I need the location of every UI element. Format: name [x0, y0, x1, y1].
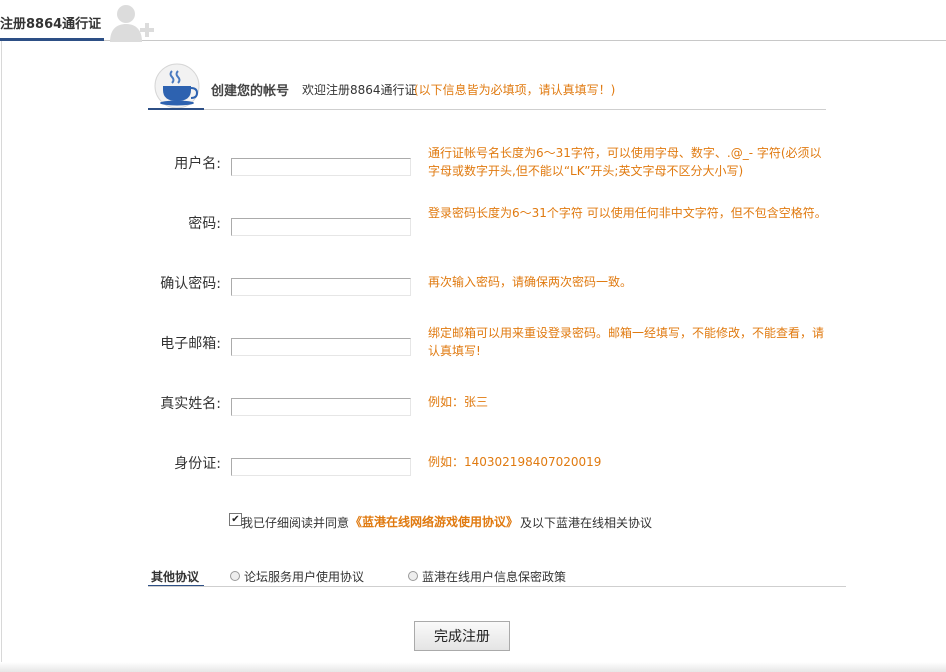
id-card-input[interactable]: [231, 458, 411, 476]
required-note: (以下信息皆为必填项，请认真填写！): [414, 83, 616, 97]
user-add-icon: [110, 5, 154, 42]
other-agreements-divider: [148, 586, 846, 587]
password-input[interactable]: [231, 218, 411, 236]
username-input[interactable]: [231, 158, 411, 176]
privacy-policy-link[interactable]: 蓝港在线用户信息保密政策: [422, 568, 566, 585]
real-name-label: 真实姓名:: [160, 396, 221, 412]
section-title: 创建您的帐号: [211, 84, 290, 99]
game-agreement-link[interactable]: 《蓝港在线网络游戏使用协议》: [350, 513, 518, 530]
welcome-text: 欢迎注册8864通行证: [302, 83, 417, 97]
email-input[interactable]: [231, 338, 411, 356]
password-label: 密码:: [188, 216, 221, 232]
confirm-password-hint: 再次输入密码，请确保两次密码一致。: [428, 275, 633, 289]
other-agreements-title: 其他协议: [151, 570, 200, 584]
section-underline: [148, 108, 204, 110]
tab-active-underline: [0, 38, 104, 41]
id-card-label: 身份证:: [174, 456, 221, 472]
real-name-input[interactable]: [231, 398, 411, 416]
agreement-prefix: 我已仔细阅读并同意: [241, 516, 350, 530]
id-card-hint: 例如：140302198407020019: [428, 455, 602, 469]
bottom-shade: [0, 662, 946, 672]
content-left-border: [1, 41, 2, 672]
username-hint: 通行证帐号名长度为6～31字符，可以使用字母、数字、.@_- 字符(必须以字母或…: [428, 146, 822, 178]
confirm-password-input[interactable]: [231, 278, 411, 296]
section-divider: [148, 109, 826, 110]
email-hint: 绑定邮箱可以用来重设登录密码。邮箱一经填写，不能修改，不能查看，请认真填写!: [428, 326, 825, 358]
agreement-suffix: 及以下蓝港在线相关协议: [520, 516, 653, 530]
submit-register-button[interactable]: 完成注册: [414, 621, 510, 651]
bullet-icon: [408, 571, 418, 581]
username-label: 用户名:: [174, 156, 221, 172]
bullet-icon: [230, 571, 240, 581]
tab-divider: [104, 40, 946, 41]
forum-agreement-link[interactable]: 论坛服务用户使用协议: [244, 568, 364, 585]
real-name-hint: 例如：张三: [428, 395, 489, 409]
page-tab-title[interactable]: 注册8864通行证: [0, 13, 101, 32]
confirm-password-label: 确认密码:: [160, 276, 221, 292]
password-hint: 登录密码长度为6～31个字符 可以使用任何非中文字符，但不包含空格符。: [428, 206, 827, 220]
coffee-cup-icon: [154, 63, 200, 109]
email-label: 电子邮箱:: [160, 336, 221, 352]
